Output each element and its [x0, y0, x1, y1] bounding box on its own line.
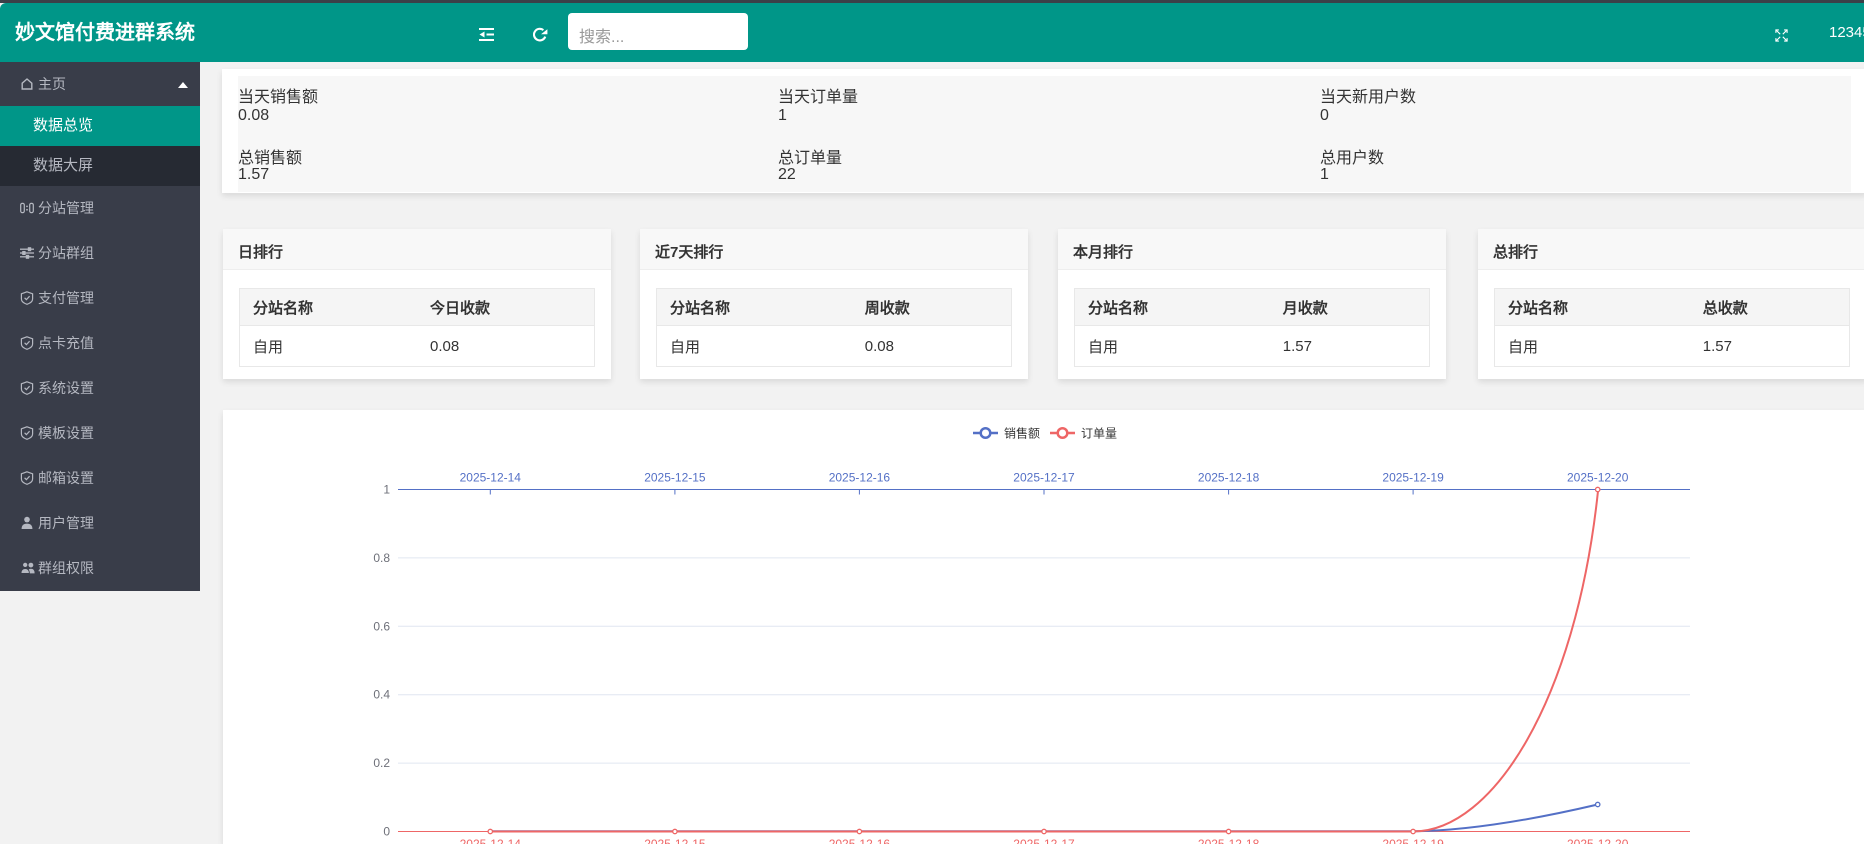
svg-text:2025-12-17: 2025-12-17 [1013, 471, 1075, 485]
svg-text:2025-12-18: 2025-12-18 [1198, 837, 1260, 844]
svg-text:2025-12-19: 2025-12-19 [1382, 837, 1444, 844]
svg-text:2025-12-19: 2025-12-19 [1382, 471, 1444, 485]
svg-text:订单量: 订单量 [1081, 427, 1117, 441]
svg-text:2025-12-16: 2025-12-16 [829, 471, 891, 485]
svg-text:2025-12-16: 2025-12-16 [829, 837, 891, 844]
svg-text:销售额: 销售额 [1004, 426, 1040, 441]
svg-text:2025-12-14: 2025-12-14 [460, 471, 522, 485]
svg-text:0.2: 0.2 [373, 756, 390, 770]
svg-text:0: 0 [383, 825, 390, 839]
svg-text:2025-12-17: 2025-12-17 [1013, 837, 1075, 844]
svg-text:2025-12-15: 2025-12-15 [644, 837, 706, 844]
svg-text:2025-12-20: 2025-12-20 [1567, 471, 1629, 485]
svg-text:2025-12-15: 2025-12-15 [644, 471, 706, 485]
svg-text:0.8: 0.8 [373, 551, 390, 565]
svg-text:0.4: 0.4 [373, 688, 390, 702]
svg-text:0.6: 0.6 [373, 619, 390, 633]
svg-text:2025-12-18: 2025-12-18 [1198, 471, 1260, 485]
svg-text:2025-12-20: 2025-12-20 [1567, 837, 1629, 844]
svg-text:2025-12-14: 2025-12-14 [460, 837, 522, 844]
svg-text:1: 1 [383, 483, 390, 497]
